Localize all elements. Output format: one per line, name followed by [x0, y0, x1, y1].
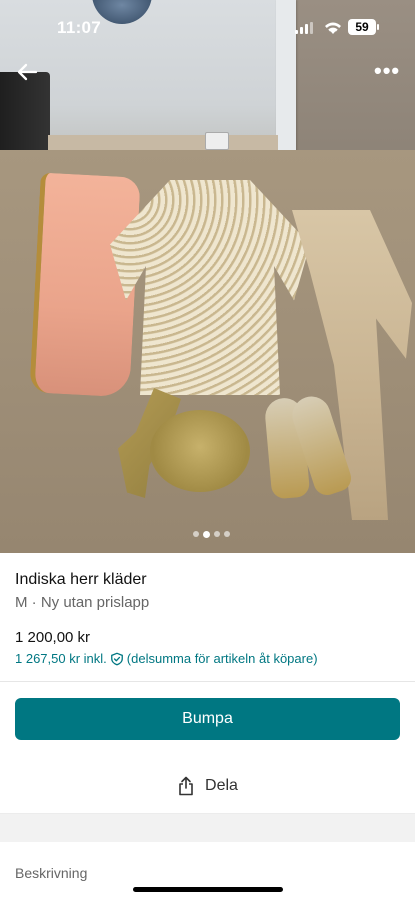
price-incl-row[interactable]: 1 267,50 kr inkl. (delsumma för artikeln… [15, 651, 318, 666]
shield-icon [110, 652, 123, 665]
pagination-dot [193, 531, 199, 537]
battery-icon: 59 [348, 19, 379, 35]
status-time: 11:07 [57, 18, 102, 37]
status-bar: 11:07 59 [0, 0, 415, 50]
price-incl-note: (delsumma för artikeln åt köpare) [126, 651, 318, 666]
gallery-pagination [193, 531, 230, 539]
price-incl-amount: 1 267,50 kr inkl. [15, 651, 107, 666]
wifi-icon [325, 22, 341, 34]
share-label: Dela [205, 777, 238, 794]
bump-button[interactable]: Bumpa [15, 698, 400, 740]
listing-subtitle: M · Ny utan prislapp [15, 594, 150, 611]
listing-photo[interactable] [0, 0, 415, 553]
section-separator [0, 813, 415, 842]
signal-icon [295, 22, 315, 34]
listing-title: Indiska herr kläder [15, 571, 147, 588]
pagination-dot-active [203, 531, 210, 538]
photo-outlet [205, 132, 229, 150]
back-arrow-icon[interactable] [14, 60, 40, 84]
share-button[interactable]: Dela [0, 766, 415, 806]
pagination-dot [224, 531, 230, 537]
share-icon [179, 776, 193, 796]
listing-price: 1 200,00 kr [15, 629, 91, 646]
photo-baseboard [48, 135, 278, 151]
divider [0, 681, 415, 682]
more-icon[interactable]: ••• [374, 60, 404, 84]
photo-turban [150, 410, 250, 492]
description-label: Beskrivning [15, 865, 88, 881]
pagination-dot [214, 531, 220, 537]
home-indicator[interactable] [133, 887, 283, 892]
